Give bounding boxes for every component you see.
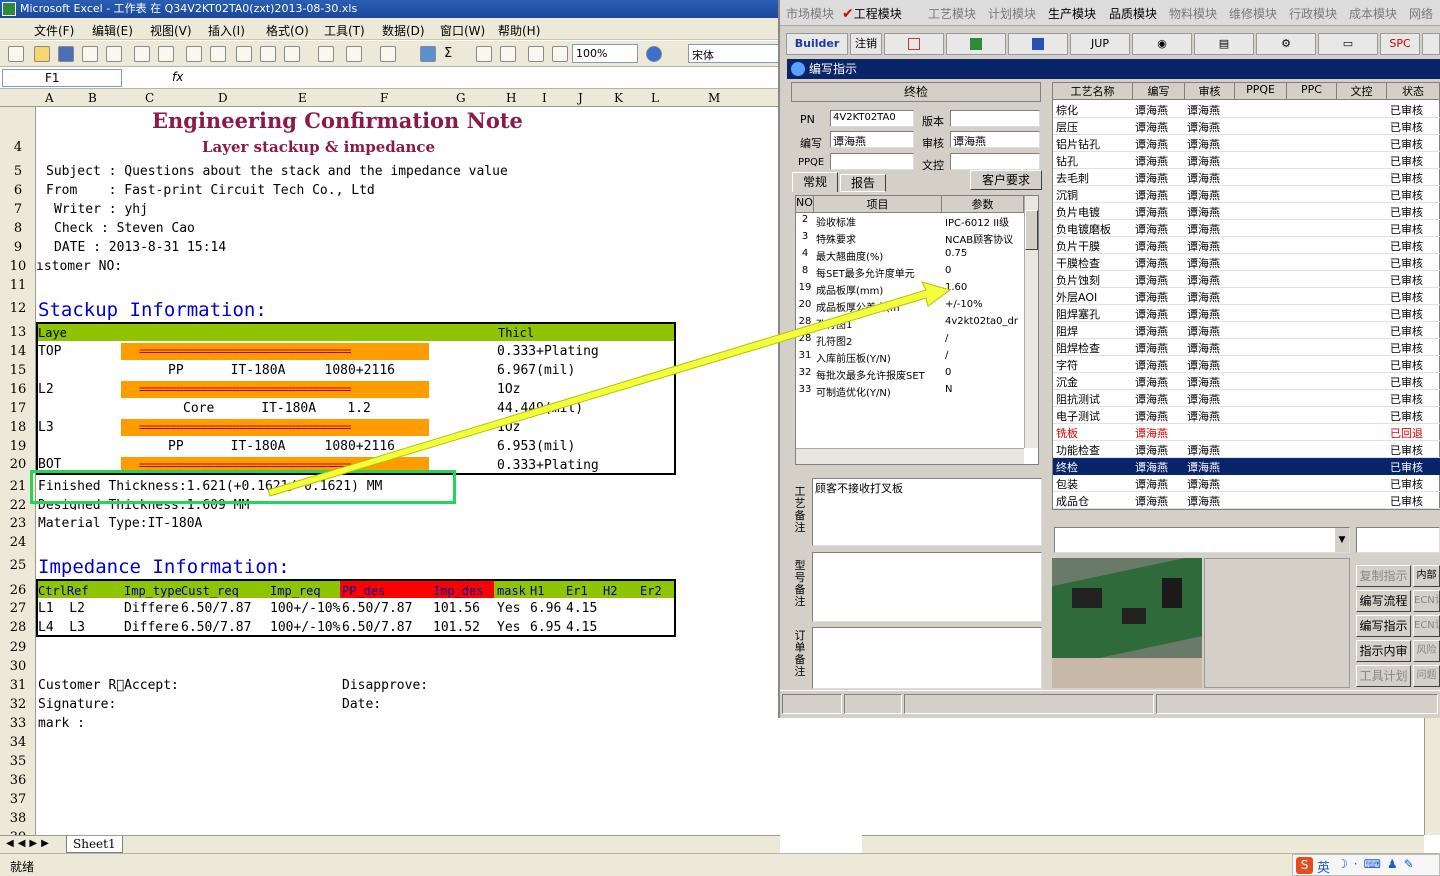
status-text: 就绪 [10,860,35,874]
ime-tools-icon[interactable]: ☽·⌨♟✎ [1337,857,1420,871]
excel-hscroll[interactable] [862,835,1424,853]
ime-lang[interactable]: 英 [1317,857,1330,876]
ime-logo-icon[interactable]: S [1296,857,1313,874]
status-bar: 就绪 S 英 ☽·⌨♟✎ [0,853,1440,876]
ime-bar[interactable]: S 英 ☽·⌨♟✎ [1292,854,1440,876]
excel-vscroll[interactable] [1424,718,1440,835]
excel-sheet-area-right [780,718,1440,835]
